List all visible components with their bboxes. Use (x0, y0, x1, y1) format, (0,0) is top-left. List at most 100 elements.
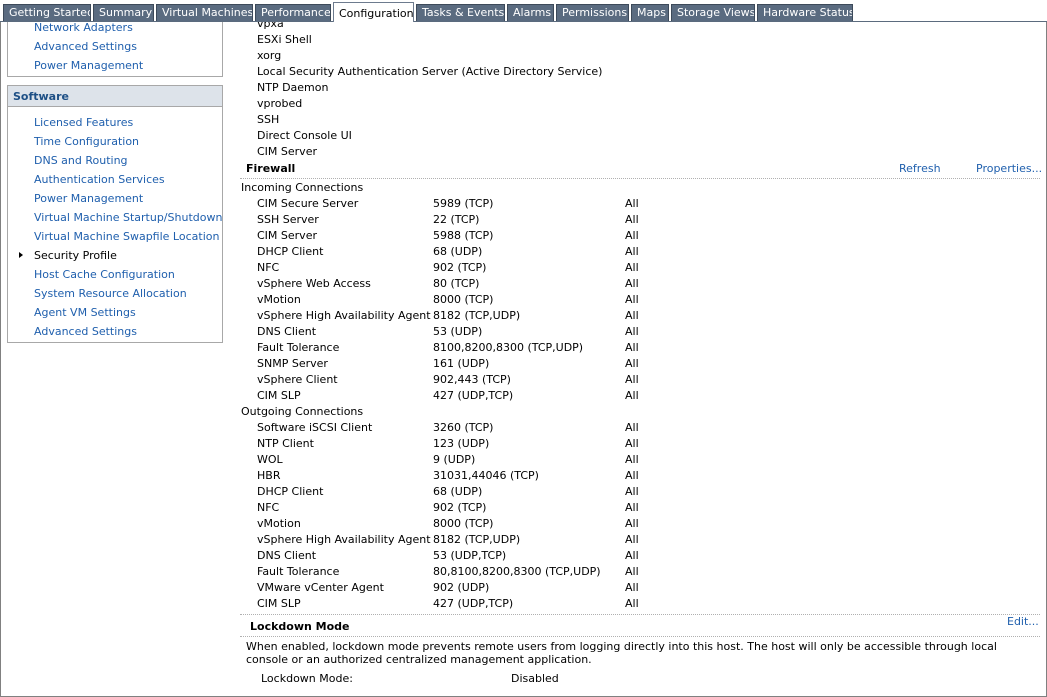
rule-scope: All (625, 197, 639, 210)
firewall-title: Firewall (246, 162, 296, 175)
selected-arrow-icon (19, 252, 23, 258)
rule-name: NFC (257, 501, 280, 514)
outgoing-connections-title: Outgoing Connections (241, 405, 364, 418)
service-item: NTP Daemon (257, 81, 329, 94)
rule-ports: 8000 (TCP) (433, 293, 494, 306)
rule-ports: 902 (UDP) (433, 581, 490, 594)
rule-scope: All (625, 389, 639, 402)
tab-alarms[interactable]: Alarms (507, 4, 554, 21)
rule-name: CIM SLP (257, 597, 301, 610)
rule-ports: 80 (TCP) (433, 277, 480, 290)
sidebar-item-system-resource-allocation[interactable]: System Resource Allocation (34, 287, 187, 300)
rule-ports: 427 (UDP,TCP) (433, 597, 514, 610)
rule-scope: All (625, 341, 639, 354)
rule-scope: All (625, 309, 639, 322)
rule-name: DHCP Client (257, 245, 324, 258)
rule-scope: All (625, 229, 639, 242)
rule-name: CIM Secure Server (257, 197, 359, 210)
lockdown-title: Lockdown Mode (250, 620, 350, 633)
rule-ports: 53 (UDP) (433, 325, 483, 338)
rule-ports: 3260 (TCP) (433, 421, 494, 434)
lockdown-description: When enabled, lockdown mode prevents rem… (246, 640, 997, 666)
rule-ports: 68 (UDP) (433, 485, 483, 498)
rule-scope: All (625, 597, 639, 610)
tab-virtual-machines[interactable]: Virtual Machines (156, 4, 253, 21)
rule-scope: All (625, 213, 639, 226)
sidebar-item-agent-vm-settings[interactable]: Agent VM Settings (34, 306, 136, 319)
rule-scope: All (625, 437, 639, 450)
sidebar-item-power-management[interactable]: Power Management (34, 59, 143, 72)
rule-name: Fault Tolerance (257, 565, 340, 578)
rule-name: vSphere Client (257, 373, 338, 386)
incoming-connections-title: Incoming Connections (241, 181, 364, 194)
sidebar-item-licensed-features[interactable]: Licensed Features (34, 116, 133, 129)
rule-scope: All (625, 421, 639, 434)
rule-ports: 53 (UDP,TCP) (433, 549, 507, 562)
lockdown-header-divider (240, 636, 1040, 637)
service-item: ESXi Shell (257, 33, 312, 46)
rule-scope: All (625, 517, 639, 530)
sidebar-item-dns-routing[interactable]: DNS and Routing (34, 154, 128, 167)
sidebar-item-power-management-sw[interactable]: Power Management (34, 192, 143, 205)
sidebar-item-host-cache-configuration[interactable]: Host Cache Configuration (34, 268, 175, 281)
tab-hardware-status[interactable]: Hardware Status (757, 4, 853, 21)
rule-ports: 902 (TCP) (433, 501, 487, 514)
rule-name: vMotion (257, 517, 301, 530)
lockdown-divider (240, 614, 1040, 615)
rule-name: CIM SLP (257, 389, 301, 402)
sidebar-item-network-adapters[interactable]: Network Adapters (34, 21, 133, 34)
rule-ports: 8100,8200,8300 (TCP,UDP) (433, 341, 584, 354)
hardware-panel: Network Adapters Advanced Settings Power… (7, 20, 223, 77)
sidebar-item-vm-swapfile-location[interactable]: Virtual Machine Swapfile Location (34, 230, 219, 243)
rule-scope: All (625, 549, 639, 562)
rule-scope: All (625, 533, 639, 546)
rule-scope: All (625, 469, 639, 482)
rule-name: DHCP Client (257, 485, 324, 498)
tab-storage-views[interactable]: Storage Views (671, 4, 755, 21)
sidebar-item-security-profile[interactable]: Security Profile (34, 249, 117, 262)
rule-name: Fault Tolerance (257, 341, 340, 354)
software-panel-header: Software (8, 86, 222, 107)
rule-name: SSH Server (257, 213, 319, 226)
rule-scope: All (625, 261, 639, 274)
rule-name: NFC (257, 261, 280, 274)
rule-name: VMware vCenter Agent (257, 581, 384, 594)
sidebar-item-advanced-settings[interactable]: Advanced Settings (34, 40, 137, 53)
rule-scope: All (625, 277, 639, 290)
rule-name: DNS Client (257, 325, 317, 338)
tab-getting-started[interactable]: Getting Started (3, 4, 91, 21)
service-item: SSH (257, 113, 280, 126)
tab-permissions[interactable]: Permissions (556, 4, 629, 21)
lockdown-edit-link[interactable]: Edit... (1007, 615, 1039, 628)
tab-maps[interactable]: Maps (631, 4, 669, 21)
rule-ports: 161 (UDP) (433, 357, 490, 370)
sidebar-item-time-configuration[interactable]: Time Configuration (34, 135, 139, 148)
firewall-divider (240, 178, 1040, 179)
sidebar-item-vm-startup-shutdown[interactable]: Virtual Machine Startup/Shutdown (34, 211, 222, 224)
service-item: Local Security Authentication Server (Ac… (257, 65, 603, 78)
service-item: Direct Console UI (257, 129, 352, 142)
rule-name: DNS Client (257, 549, 317, 562)
firewall-refresh-link[interactable]: Refresh (899, 162, 941, 175)
rule-name: vSphere Web Access (257, 277, 371, 290)
rule-name: HBR (257, 469, 281, 482)
rule-scope: All (625, 245, 639, 258)
tab-tasks-events[interactable]: Tasks & Events (416, 4, 505, 21)
rule-ports: 8182 (TCP,UDP) (433, 533, 521, 546)
sidebar-item-advanced-settings-sw[interactable]: Advanced Settings (34, 325, 137, 338)
tab-configuration[interactable]: Configuration (333, 2, 414, 22)
rule-name: CIM Server (257, 229, 317, 242)
rule-scope: All (625, 453, 639, 466)
rule-ports: 5988 (TCP) (433, 229, 494, 242)
tab-performance[interactable]: Performance (255, 4, 331, 21)
sidebar-item-authentication-services[interactable]: Authentication Services (34, 173, 165, 186)
firewall-properties-link[interactable]: Properties... (976, 162, 1042, 175)
rule-name: vSphere High Availability Agent (257, 309, 431, 322)
rule-scope: All (625, 501, 639, 514)
rule-ports: 427 (UDP,TCP) (433, 389, 514, 402)
rule-ports: 22 (TCP) (433, 213, 480, 226)
tab-summary[interactable]: Summary (93, 4, 154, 21)
rule-scope: All (625, 373, 639, 386)
rule-name: vSphere High Availability Agent (257, 533, 431, 546)
lockdown-mode-label: Lockdown Mode: (261, 672, 353, 685)
